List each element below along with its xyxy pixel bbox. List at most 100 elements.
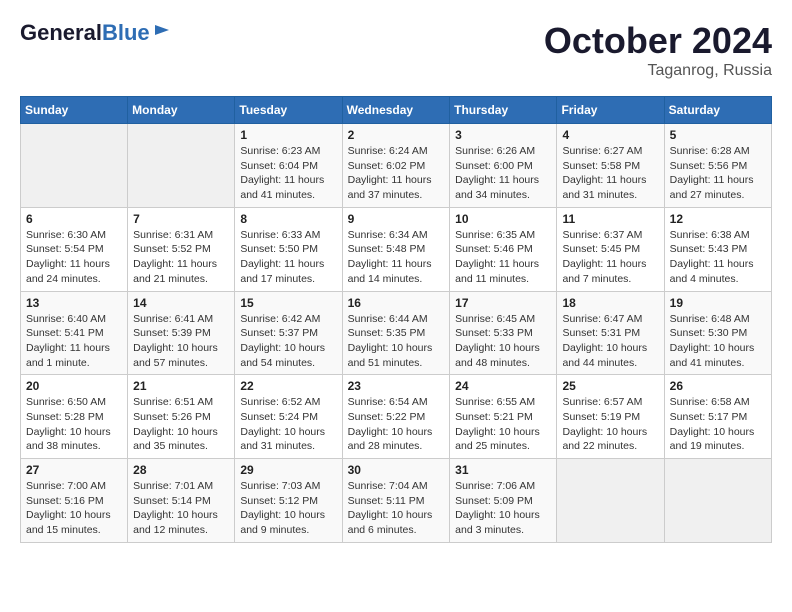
day-number: 22 <box>240 379 336 393</box>
calendar-cell: 17 Sunrise: 6:45 AMSunset: 5:33 PMDayligh… <box>450 291 557 375</box>
calendar-cell: 14 Sunrise: 6:41 AMSunset: 5:39 PMDayligh… <box>128 291 235 375</box>
col-thursday: Thursday <box>450 97 557 124</box>
day-info: Sunrise: 7:06 AMSunset: 5:09 PMDaylight:… <box>455 479 551 538</box>
day-info: Sunrise: 6:24 AMSunset: 6:02 PMDaylight:… <box>348 144 445 203</box>
page-header: General Blue October 2024 Taganrog, Russ… <box>20 20 772 80</box>
day-info: Sunrise: 6:40 AMSunset: 5:41 PMDaylight:… <box>26 312 122 371</box>
day-number: 2 <box>348 128 445 142</box>
calendar-cell: 3Sunrise: 6:26 AMSunset: 6:00 PMDaylight… <box>450 124 557 208</box>
week-row-1: 1 Sunrise: 6:23 AMSunset: 6:04 PMDaylight… <box>21 124 772 208</box>
col-saturday: Saturday <box>664 97 771 124</box>
day-number: 12 <box>670 212 766 226</box>
day-info: Sunrise: 6:33 AMSunset: 5:50 PMDaylight:… <box>240 228 336 287</box>
day-info: Sunrise: 6:51 AMSunset: 5:26 PMDaylight:… <box>133 395 229 454</box>
day-info: Sunrise: 6:23 AMSunset: 6:04 PMDaylight:… <box>240 144 336 203</box>
calendar-cell: 5 Sunrise: 6:28 AMSunset: 5:56 PMDaylight… <box>664 124 771 208</box>
logo-arrow-icon <box>153 21 171 44</box>
calendar-cell: 29Sunrise: 7:03 AMSunset: 5:12 PMDayligh… <box>235 459 342 543</box>
day-number: 26 <box>670 379 766 393</box>
week-row-2: 6Sunrise: 6:30 AMSunset: 5:54 PMDaylight… <box>21 207 772 291</box>
calendar-cell: 8 Sunrise: 6:33 AMSunset: 5:50 PMDaylight… <box>235 207 342 291</box>
day-number: 3 <box>455 128 551 142</box>
calendar-cell: 23 Sunrise: 6:54 AMSunset: 5:22 PMDayligh… <box>342 375 450 459</box>
day-number: 7 <box>133 212 229 226</box>
calendar-cell: 7 Sunrise: 6:31 AMSunset: 5:52 PMDaylight… <box>128 207 235 291</box>
col-friday: Friday <box>557 97 664 124</box>
day-info: Sunrise: 6:28 AMSunset: 5:56 PMDaylight:… <box>670 144 766 203</box>
day-number: 14 <box>133 296 229 310</box>
calendar-cell: 21Sunrise: 6:51 AMSunset: 5:26 PMDayligh… <box>128 375 235 459</box>
week-row-5: 27Sunrise: 7:00 AMSunset: 5:16 PMDayligh… <box>21 459 772 543</box>
day-number: 10 <box>455 212 551 226</box>
calendar-cell: 20Sunrise: 6:50 AMSunset: 5:28 PMDayligh… <box>21 375 128 459</box>
calendar-cell: 16 Sunrise: 6:44 AMSunset: 5:35 PMDayligh… <box>342 291 450 375</box>
day-info: Sunrise: 6:41 AMSunset: 5:39 PMDaylight:… <box>133 312 229 371</box>
calendar-cell <box>128 124 235 208</box>
day-info: Sunrise: 6:35 AMSunset: 5:46 PMDaylight:… <box>455 228 551 287</box>
logo-blue: Blue <box>102 20 150 46</box>
calendar-cell: 19 Sunrise: 6:48 AMSunset: 5:30 PMDayligh… <box>664 291 771 375</box>
col-monday: Monday <box>128 97 235 124</box>
weekday-row: Sunday Monday Tuesday Wednesday Thursday… <box>21 97 772 124</box>
calendar-cell <box>21 124 128 208</box>
day-info: Sunrise: 6:44 AMSunset: 5:35 PMDaylight:… <box>348 312 445 371</box>
day-number: 31 <box>455 463 551 477</box>
calendar-cell: 9 Sunrise: 6:34 AMSunset: 5:48 PMDaylight… <box>342 207 450 291</box>
calendar-cell: 15Sunrise: 6:42 AMSunset: 5:37 PMDayligh… <box>235 291 342 375</box>
day-info: Sunrise: 6:58 AMSunset: 5:17 PMDaylight:… <box>670 395 766 454</box>
calendar-cell <box>664 459 771 543</box>
calendar-cell: 10 Sunrise: 6:35 AMSunset: 5:46 PMDayligh… <box>450 207 557 291</box>
calendar-cell: 26 Sunrise: 6:58 AMSunset: 5:17 PMDayligh… <box>664 375 771 459</box>
day-number: 18 <box>562 296 658 310</box>
logo: General Blue <box>20 20 171 46</box>
day-info: Sunrise: 7:01 AMSunset: 5:14 PMDaylight:… <box>133 479 229 538</box>
day-info: Sunrise: 6:37 AMSunset: 5:45 PMDaylight:… <box>562 228 658 287</box>
day-info: Sunrise: 6:50 AMSunset: 5:28 PMDaylight:… <box>26 395 122 454</box>
week-row-4: 20Sunrise: 6:50 AMSunset: 5:28 PMDayligh… <box>21 375 772 459</box>
day-number: 17 <box>455 296 551 310</box>
calendar-cell <box>557 459 664 543</box>
day-number: 15 <box>240 296 336 310</box>
calendar-cell: 25 Sunrise: 6:57 AMSunset: 5:19 PMDayligh… <box>557 375 664 459</box>
day-number: 19 <box>670 296 766 310</box>
day-info: Sunrise: 6:45 AMSunset: 5:33 PMDaylight:… <box>455 312 551 371</box>
day-number: 6 <box>26 212 122 226</box>
day-info: Sunrise: 6:38 AMSunset: 5:43 PMDaylight:… <box>670 228 766 287</box>
day-info: Sunrise: 7:00 AMSunset: 5:16 PMDaylight:… <box>26 479 122 538</box>
day-number: 9 <box>348 212 445 226</box>
calendar-body: 1 Sunrise: 6:23 AMSunset: 6:04 PMDaylight… <box>21 124 772 543</box>
day-number: 1 <box>240 128 336 142</box>
day-number: 16 <box>348 296 445 310</box>
day-number: 4 <box>562 128 658 142</box>
day-number: 13 <box>26 296 122 310</box>
calendar-cell: 27Sunrise: 7:00 AMSunset: 5:16 PMDayligh… <box>21 459 128 543</box>
calendar-cell: 31 Sunrise: 7:06 AMSunset: 5:09 PMDayligh… <box>450 459 557 543</box>
day-number: 25 <box>562 379 658 393</box>
day-number: 11 <box>562 212 658 226</box>
logo-general: General <box>20 20 102 46</box>
day-info: Sunrise: 6:54 AMSunset: 5:22 PMDaylight:… <box>348 395 445 454</box>
day-number: 8 <box>240 212 336 226</box>
day-info: Sunrise: 6:31 AMSunset: 5:52 PMDaylight:… <box>133 228 229 287</box>
calendar-table: Sunday Monday Tuesday Wednesday Thursday… <box>20 96 772 543</box>
day-number: 23 <box>348 379 445 393</box>
calendar-cell: 1 Sunrise: 6:23 AMSunset: 6:04 PMDaylight… <box>235 124 342 208</box>
day-info: Sunrise: 6:34 AMSunset: 5:48 PMDaylight:… <box>348 228 445 287</box>
week-row-3: 13 Sunrise: 6:40 AMSunset: 5:41 PMDayligh… <box>21 291 772 375</box>
day-info: Sunrise: 6:48 AMSunset: 5:30 PMDaylight:… <box>670 312 766 371</box>
day-info: Sunrise: 6:52 AMSunset: 5:24 PMDaylight:… <box>240 395 336 454</box>
day-number: 5 <box>670 128 766 142</box>
day-info: Sunrise: 6:47 AMSunset: 5:31 PMDaylight:… <box>562 312 658 371</box>
day-number: 24 <box>455 379 551 393</box>
day-number: 30 <box>348 463 445 477</box>
calendar-cell: 6Sunrise: 6:30 AMSunset: 5:54 PMDaylight… <box>21 207 128 291</box>
day-info: Sunrise: 6:57 AMSunset: 5:19 PMDaylight:… <box>562 395 658 454</box>
calendar-cell: 13 Sunrise: 6:40 AMSunset: 5:41 PMDayligh… <box>21 291 128 375</box>
location-subtitle: Taganrog, Russia <box>544 62 772 80</box>
day-info: Sunrise: 6:55 AMSunset: 5:21 PMDaylight:… <box>455 395 551 454</box>
col-wednesday: Wednesday <box>342 97 450 124</box>
calendar-cell: 22 Sunrise: 6:52 AMSunset: 5:24 PMDayligh… <box>235 375 342 459</box>
calendar-cell: 2 Sunrise: 6:24 AMSunset: 6:02 PMDaylight… <box>342 124 450 208</box>
col-sunday: Sunday <box>21 97 128 124</box>
title-block: October 2024 Taganrog, Russia <box>544 20 772 80</box>
